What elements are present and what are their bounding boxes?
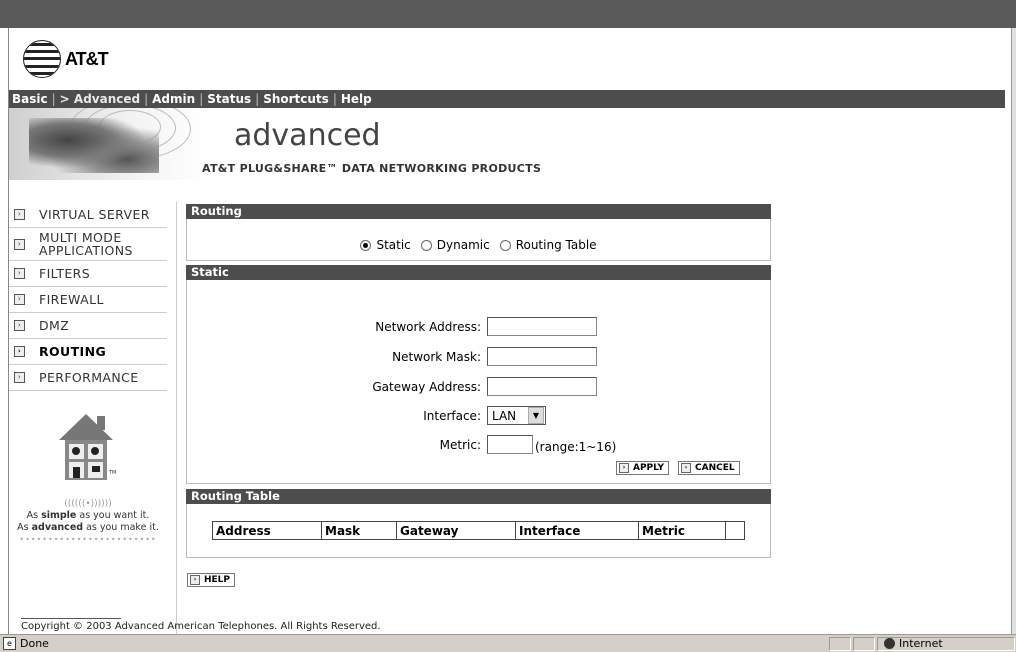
sidebar-item-filters[interactable]: › FILTERS bbox=[9, 261, 167, 287]
browser-status-bar: e Done Internet bbox=[0, 634, 1016, 652]
woman-with-laptop-image bbox=[29, 118, 159, 173]
nav-basic[interactable]: Basic bbox=[12, 92, 48, 106]
help-button[interactable]: › HELP bbox=[187, 573, 236, 587]
cancel-button[interactable]: › CANCEL bbox=[678, 461, 740, 475]
interface-select[interactable]: LAN ▼ bbox=[487, 406, 546, 425]
nav-help[interactable]: Help bbox=[341, 92, 372, 106]
arrow-bullet-icon: › bbox=[14, 372, 25, 383]
page-subtitle: AT&T PLUG&SHARE™ DATA NETWORKING PRODUCT… bbox=[202, 162, 542, 175]
routing-table-panel: Address Mask Gateway Interface Metric bbox=[186, 504, 771, 558]
col-metric: Metric bbox=[638, 521, 726, 540]
radio-static[interactable]: Static bbox=[360, 238, 411, 252]
trademark-mark: TM bbox=[108, 470, 116, 476]
sidebar-divider bbox=[176, 202, 177, 634]
internet-globe-icon bbox=[884, 638, 895, 649]
col-extra bbox=[725, 521, 745, 540]
att-globe-icon bbox=[23, 40, 61, 78]
arrow-bullet-icon: › bbox=[14, 320, 25, 331]
sidebar-item-firewall[interactable]: › FIREWALL bbox=[9, 287, 167, 313]
nav-status[interactable]: Status bbox=[207, 92, 251, 106]
col-interface: Interface bbox=[515, 521, 639, 540]
static-panel: Network Address: Network Mask: Gateway A… bbox=[186, 280, 771, 484]
sidebar-item-dmz[interactable]: › DMZ bbox=[9, 313, 167, 339]
sidebar-item-routing[interactable]: › ROUTING bbox=[9, 339, 167, 365]
routing-table-header: Routing Table bbox=[186, 489, 771, 504]
copyright-text: Copyright © 2003 Advanced American Telep… bbox=[21, 621, 381, 632]
sidebar-item-performance[interactable]: › PERFORMANCE bbox=[9, 365, 167, 391]
radio-static-button[interactable] bbox=[360, 239, 372, 251]
status-cell bbox=[853, 636, 875, 651]
logo-text: AT&T bbox=[65, 48, 109, 69]
arrow-bullet-icon: › bbox=[14, 268, 25, 279]
radio-routing-table-button[interactable] bbox=[499, 239, 511, 251]
metric-input[interactable] bbox=[487, 435, 533, 454]
routing-header: Routing bbox=[186, 204, 771, 219]
col-gateway: Gateway bbox=[396, 521, 516, 540]
nav-shortcuts[interactable]: Shortcuts bbox=[263, 92, 329, 106]
arrow-bullet-icon: › bbox=[681, 463, 691, 473]
col-mask: Mask bbox=[321, 521, 397, 540]
status-text: Done bbox=[20, 637, 49, 650]
metric-label: Metric: bbox=[439, 437, 481, 452]
radio-dynamic-button[interactable] bbox=[420, 239, 432, 251]
vertical-scrollbar[interactable] bbox=[1011, 28, 1016, 634]
tagline: ((((((•)))))) As simple as you want it. … bbox=[9, 498, 167, 546]
apply-button[interactable]: › APPLY bbox=[616, 461, 670, 475]
sidebar-item-multi-mode-applications[interactable]: › MULTI MODE APPLICATIONS bbox=[9, 228, 167, 261]
security-zone: Internet bbox=[877, 636, 1015, 651]
signal-waves-icon: ((((((•)))))) bbox=[64, 499, 112, 509]
metric-range-hint: (range:1~16) bbox=[535, 439, 617, 454]
network-address-input[interactable] bbox=[487, 317, 597, 336]
nav-advanced[interactable]: > Advanced bbox=[60, 92, 140, 106]
sidebar-item-virtual-server[interactable]: › VIRTUAL SERVER bbox=[9, 202, 167, 228]
arrow-bullet-icon: › bbox=[14, 294, 25, 305]
nav-admin[interactable]: Admin bbox=[152, 92, 195, 106]
banner: advanced AT&T PLUG&SHARE™ DATA NETWORKIN… bbox=[9, 108, 1013, 182]
arrow-bullet-icon: › bbox=[14, 238, 25, 250]
network-address-label: Network Address: bbox=[375, 319, 481, 334]
radio-routing-table[interactable]: Routing Table bbox=[499, 238, 597, 252]
col-address: Address bbox=[212, 521, 322, 540]
network-mask-input[interactable] bbox=[487, 347, 597, 366]
interface-label: Interface: bbox=[423, 408, 481, 423]
arrow-bullet-icon: › bbox=[619, 463, 629, 473]
status-cell bbox=[829, 636, 851, 651]
arrow-bullet-icon: › bbox=[190, 575, 200, 585]
page-content: AT&T Basic | > Advanced | Admin | Status… bbox=[8, 28, 1013, 634]
table-header-row: Address Mask Gateway Interface Metric bbox=[212, 521, 745, 540]
top-nav: Basic | > Advanced | Admin | Status | Sh… bbox=[9, 90, 1005, 108]
arrow-bullet-icon: › bbox=[14, 209, 25, 220]
gateway-address-input[interactable] bbox=[487, 377, 597, 396]
house-logo-icon: TM bbox=[57, 412, 116, 482]
att-logo[interactable]: AT&T bbox=[23, 40, 109, 78]
arrow-bullet-icon: › bbox=[14, 346, 25, 357]
routing-panel: Static Dynamic Routing Table bbox=[186, 219, 771, 261]
static-header: Static bbox=[186, 265, 771, 280]
sidebar: › VIRTUAL SERVER › MULTI MODE APPLICATIO… bbox=[9, 202, 167, 391]
page-title: advanced bbox=[234, 118, 381, 153]
dropdown-arrow-icon[interactable]: ▼ bbox=[528, 407, 544, 424]
routing-table: Address Mask Gateway Interface Metric bbox=[212, 521, 745, 540]
footer-rule bbox=[21, 618, 121, 619]
radio-dynamic[interactable]: Dynamic bbox=[420, 238, 490, 252]
network-mask-label: Network Mask: bbox=[392, 349, 481, 364]
banner-photo bbox=[9, 108, 209, 180]
gateway-address-label: Gateway Address: bbox=[372, 379, 481, 394]
page-done-icon: e bbox=[3, 637, 16, 650]
browser-top-strip bbox=[0, 0, 1016, 28]
